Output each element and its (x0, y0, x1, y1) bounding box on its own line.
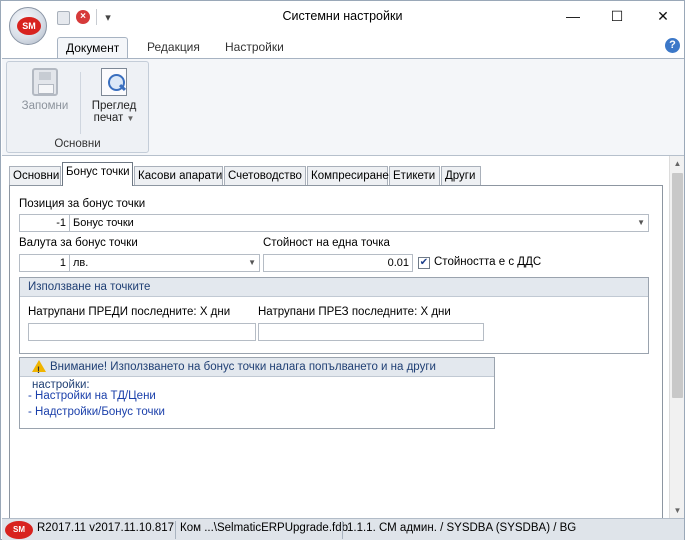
tab-other[interactable]: Други (441, 166, 481, 185)
status-divider (342, 521, 343, 539)
currency-select-value: лв. (73, 257, 89, 269)
print-preview-label-2: печат (93, 112, 124, 124)
tab-basic[interactable]: Основни (9, 166, 61, 185)
currency-label: Валута за бонус точки (19, 237, 138, 249)
bonus-points-panel: Позиция за бонус точки -1 Бонус точки ▼ … (9, 185, 663, 519)
point-value-label: Стойност на една точка (263, 237, 390, 249)
usage-groupbox-title: Използване на точките (20, 278, 648, 297)
warning-groupbox-title: Внимание! Използването на бонус точки на… (20, 358, 494, 391)
before-days-input[interactable] (28, 323, 256, 341)
vertical-scrollbar[interactable]: ▲ ▼ (669, 156, 684, 518)
status-version: R2017.11 v2017.11.10.817 (37, 522, 175, 534)
link-bonus-settings[interactable]: - Надстройки/Бонус точки (28, 406, 165, 418)
chevron-down-icon: ▼ (637, 218, 645, 227)
minimize-button[interactable]: — (559, 5, 587, 27)
position-select-value: Бонус точки (73, 217, 134, 229)
chevron-down-icon: ▼ (248, 258, 256, 267)
vat-checkbox[interactable]: ✔ (418, 257, 430, 269)
save-button-label: Запомни (21, 100, 69, 112)
scroll-down-icon[interactable]: ▼ (670, 503, 685, 518)
link-pricing-settings[interactable]: - Настройки на ТД/Цени (28, 390, 156, 402)
app-menu-button[interactable]: SM (9, 7, 47, 45)
close-button[interactable]: ✕ (649, 5, 677, 27)
before-days-label: Натрупани ПРЕДИ последните: X дни (28, 306, 231, 318)
during-days-input[interactable] (258, 323, 484, 341)
ribbon-separator (80, 72, 81, 134)
ribbon-group-label: Основни (54, 138, 101, 150)
tab-bonus-points[interactable]: Бонус точки (62, 162, 133, 186)
ribbon-tabs: Документ Редакция Настройки (1, 34, 684, 58)
currency-select[interactable]: лв. ▼ (69, 254, 260, 272)
usage-groupbox: Използване на точките Натрупани ПРЕДИ по… (19, 277, 649, 354)
status-divider (175, 521, 176, 539)
position-select[interactable]: Бонус точки ▼ (69, 214, 649, 232)
tab-accounting[interactable]: Счетоводство (224, 166, 306, 185)
ribbon-body: Запомни Преглед печат ▼ Основни (2, 58, 684, 156)
warning-icon (32, 360, 46, 379)
print-preview-label-1: Преглед (91, 100, 137, 112)
title-bar: SM × ▾ Системни настройки — ☐ ✕ (1, 1, 684, 45)
currency-code-input[interactable]: 1 (19, 254, 70, 272)
app-logo-icon: SM (17, 17, 41, 35)
print-preview-button[interactable]: Преглед печат ▼ (83, 68, 145, 124)
ribbon-group-main: Запомни Преглед печат ▼ Основни (6, 61, 149, 153)
status-bar: SM R2017.11 v2017.11.10.817 Ком ...\Selm… (2, 518, 684, 540)
position-label: Позиция за бонус точки (19, 198, 146, 210)
floppy-disk-icon (32, 68, 58, 96)
settings-window: SM × ▾ Системни настройки — ☐ ✕ Документ… (0, 0, 685, 540)
status-database: Ком ...\SelmaticERPUpgrade.fdb (180, 522, 349, 534)
position-code-input[interactable]: -1 (19, 214, 70, 232)
help-icon[interactable]: ? (665, 38, 680, 53)
ribbon-tab-settings[interactable]: Настройки (217, 37, 292, 58)
save-button[interactable]: Запомни (15, 68, 75, 112)
during-days-label: Натрупани ПРЕЗ последните: X дни (258, 306, 451, 318)
tab-compression[interactable]: Компресиране (307, 166, 389, 185)
chevron-down-icon: ▼ (126, 114, 135, 123)
warning-groupbox: Внимание! Използването на бонус точки на… (19, 357, 495, 429)
tab-labels[interactable]: Етикети (389, 166, 440, 185)
tab-cash-registers[interactable]: Касови апарати (134, 166, 223, 185)
ribbon-tab-document[interactable]: Документ (57, 37, 129, 58)
maximize-button[interactable]: ☐ (603, 5, 631, 27)
status-user: 1.1.1. СМ админ. / SYSDBA (SYSDBA) / BG (347, 522, 577, 534)
scrollbar-thumb[interactable] (672, 173, 683, 398)
vat-checkbox-label: Стойността е с ДДС (434, 256, 542, 268)
status-logo-icon: SM (5, 521, 33, 539)
ribbon-tab-edit[interactable]: Редакция (139, 37, 208, 58)
content-area: Основни Бонус точки Касови апарати Счето… (2, 156, 684, 519)
scroll-up-icon[interactable]: ▲ (670, 156, 685, 171)
point-value-input[interactable]: 0.01 (263, 254, 413, 272)
print-preview-icon (101, 68, 127, 96)
warning-text: Внимание! Използването на бонус точки на… (32, 361, 436, 391)
